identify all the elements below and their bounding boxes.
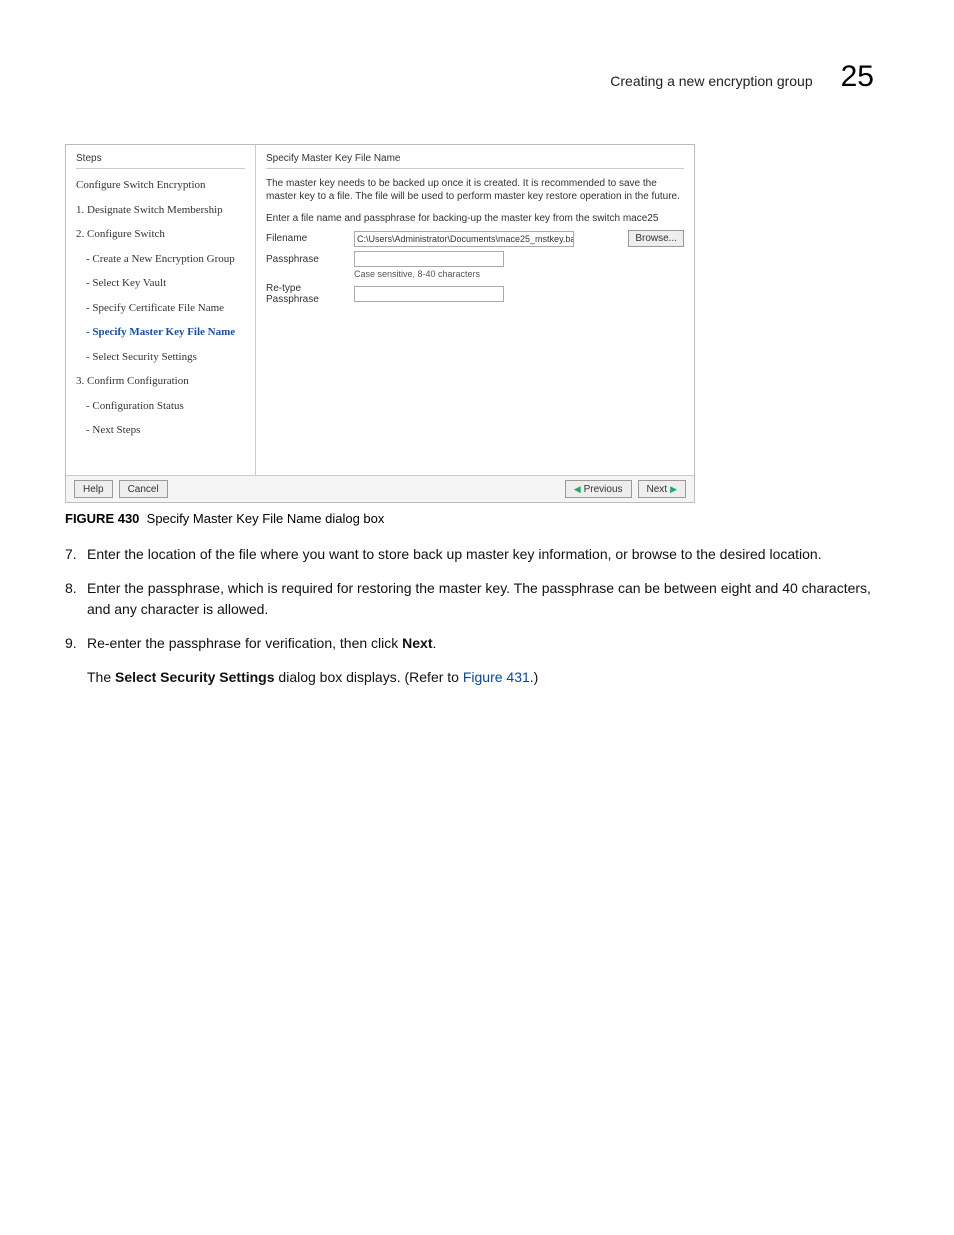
step-2d-active: - Specify Master Key File Name <box>76 324 245 341</box>
retype-label: Re-type Passphrase <box>266 283 346 305</box>
step-8-text: Enter the passphrase, which is required … <box>87 578 894 619</box>
step-9-number: 9. <box>65 633 87 653</box>
help-button[interactable]: Help <box>74 480 113 498</box>
step-2c: - Specify Certificate File Name <box>76 300 245 317</box>
step-2a: - Create a New Encryption Group <box>76 251 245 268</box>
retype-field[interactable] <box>354 286 504 302</box>
step-9-text: Re-enter the passphrase for verification… <box>87 633 894 653</box>
step-3a: - Configuration Status <box>76 398 245 415</box>
step-1: 1. Designate Switch Membership <box>76 202 245 219</box>
filename-field[interactable]: C:\Users\Administrator\Documents\mace25_… <box>354 231 574 247</box>
cancel-button[interactable]: Cancel <box>119 480 168 498</box>
browse-button[interactable]: Browse... <box>628 230 684 247</box>
step-configure: Configure Switch Encryption <box>76 177 245 194</box>
step-2b: - Select Key Vault <box>76 275 245 292</box>
section-title: Creating a new encryption group <box>610 73 812 89</box>
steps-pane: Steps Configure Switch Encryption 1. Des… <box>66 145 256 475</box>
next-button[interactable]: Next▶ <box>638 480 686 498</box>
step-7-text: Enter the location of the file where you… <box>87 544 894 564</box>
passphrase-field[interactable] <box>354 251 504 267</box>
step-8: 8. Enter the passphrase, which is requir… <box>65 578 894 619</box>
followup-text: The Select Security Settings dialog box … <box>87 667 894 687</box>
passphrase-label: Passphrase <box>266 254 346 265</box>
arrow-right-icon: ▶ <box>670 484 677 495</box>
sub-instruction: Enter a file name and passphrase for bac… <box>266 213 684 224</box>
wizard-dialog: Steps Configure Switch Encryption 1. Des… <box>65 144 695 503</box>
chapter-number: 25 <box>841 60 874 94</box>
figure-431-link[interactable]: Figure 431 <box>463 669 530 685</box>
figure-caption-text: Specify Master Key File Name dialog box <box>147 511 385 526</box>
step-3b: - Next Steps <box>76 422 245 439</box>
dialog-footer: Help Cancel ◀Previous Next▶ <box>66 475 694 502</box>
step-7-number: 7. <box>65 544 87 564</box>
step-9: 9. Re-enter the passphrase for verificat… <box>65 633 894 653</box>
main-pane: Specify Master Key File Name The master … <box>256 145 694 475</box>
step-2e: - Select Security Settings <box>76 349 245 366</box>
filename-label: Filename <box>266 233 346 244</box>
step-7: 7. Enter the location of the file where … <box>65 544 894 564</box>
step-2: 2. Configure Switch <box>76 226 245 243</box>
step-3: 3. Confirm Configuration <box>76 373 245 390</box>
previous-button[interactable]: ◀Previous <box>565 480 632 498</box>
page-header: Creating a new encryption group 25 <box>60 60 894 94</box>
figure-caption: FIGURE 430 Specify Master Key File Name … <box>65 511 894 526</box>
step-8-number: 8. <box>65 578 87 619</box>
figure-label: FIGURE 430 <box>65 511 139 526</box>
passphrase-hint: Case sensitive, 8-40 characters <box>354 269 480 279</box>
main-header: Specify Master Key File Name <box>266 153 684 164</box>
arrow-left-icon: ◀ <box>574 484 581 495</box>
steps-header: Steps <box>76 153 245 164</box>
description-text: The master key needs to be backed up onc… <box>266 177 684 203</box>
